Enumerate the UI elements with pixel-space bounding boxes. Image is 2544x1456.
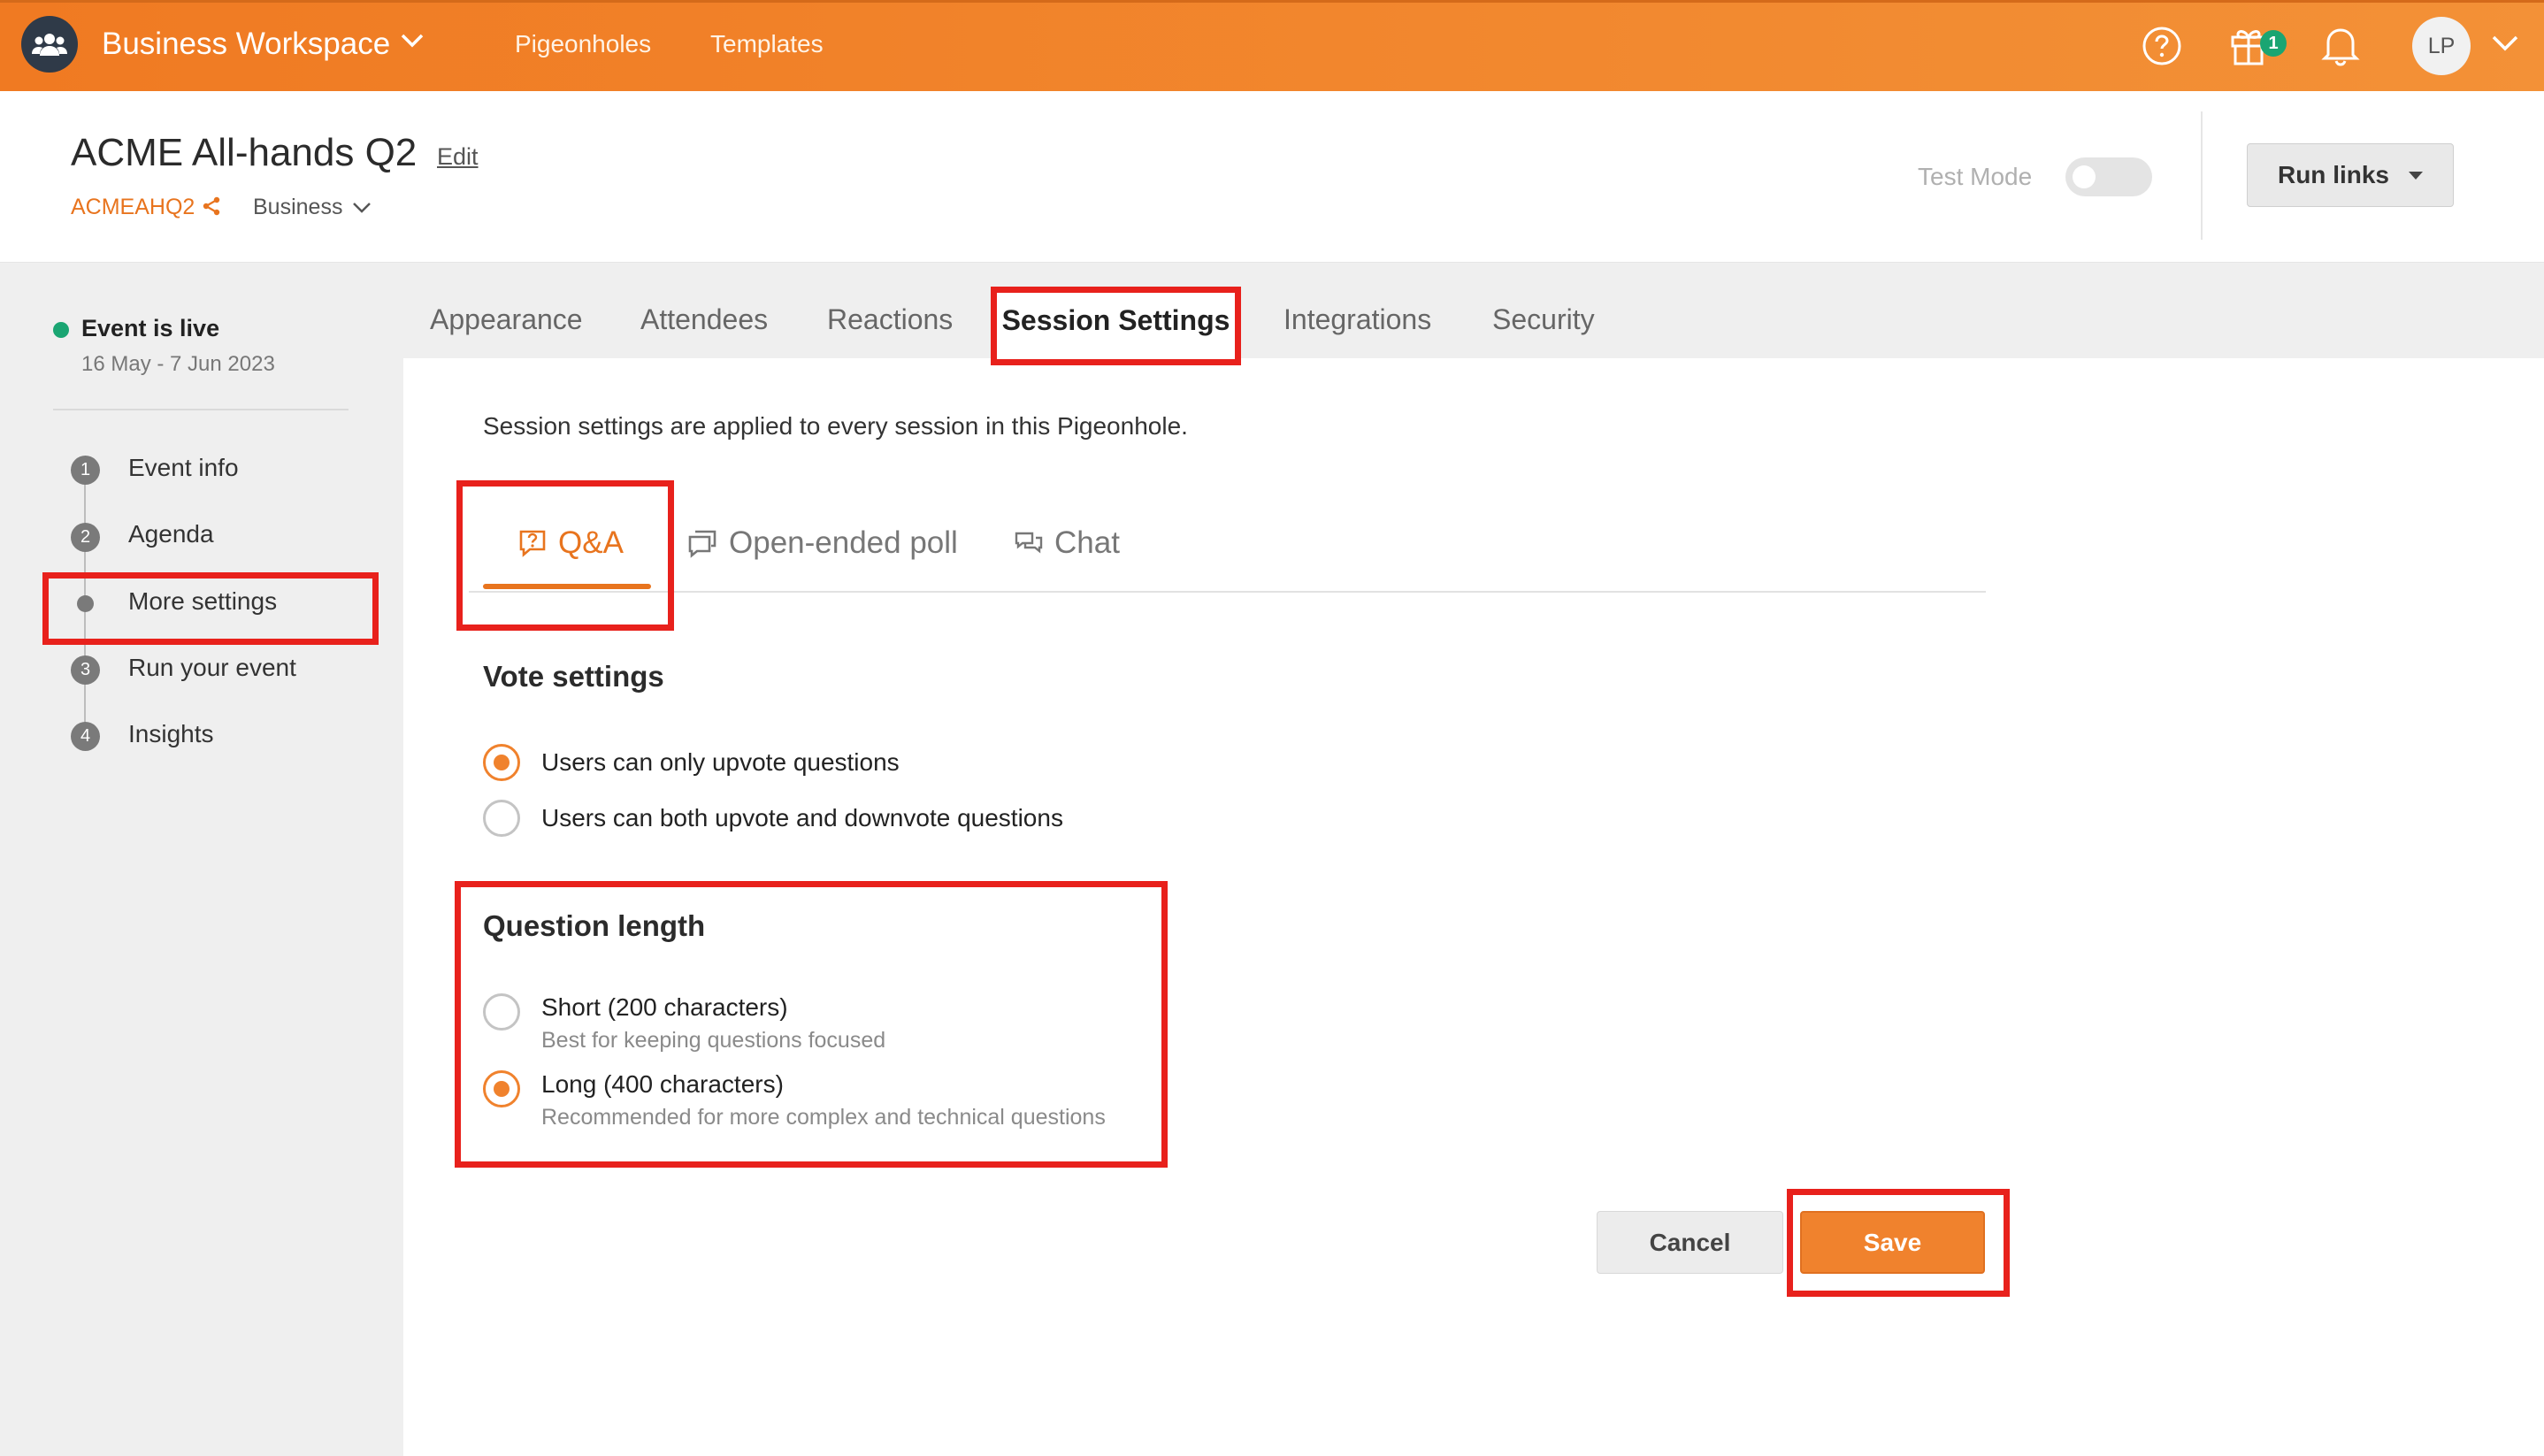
radio-short-length-label[interactable]: Short (200 characters) [541, 993, 788, 1022]
test-mode-label: Test Mode [1918, 163, 2033, 190]
workspace-chevron-down-icon[interactable] [400, 32, 425, 54]
workspace-name[interactable]: Business Workspace [102, 27, 390, 62]
nav-templates[interactable]: Templates [710, 30, 824, 58]
radio-upvote-only-label[interactable]: Users can only upvote questions [541, 748, 900, 777]
sidebar-item-agenda[interactable]: Agenda [128, 520, 214, 548]
caret-down-icon [2409, 171, 2423, 180]
subtab-chat-label: Chat [1054, 525, 1120, 560]
workspace-type-select[interactable]: Business [253, 195, 342, 220]
radio-short-length-hint: Best for keeping questions focused [541, 1028, 886, 1053]
header-divider [2201, 111, 2203, 240]
tab-appearance[interactable]: Appearance [430, 303, 583, 336]
run-links-label: Run links [2277, 161, 2389, 188]
poll-bubbles-icon [688, 530, 716, 558]
gift-count-badge: 1 [2260, 30, 2287, 57]
event-status-label: Event is live [81, 315, 220, 341]
session-settings-panel [403, 358, 2544, 1456]
radio-short-length[interactable] [483, 993, 520, 1031]
edit-event-link[interactable]: Edit [437, 143, 479, 171]
step-number-3: 3 [71, 655, 100, 685]
radio-upvote-only[interactable] [483, 744, 520, 781]
tab-session-settings[interactable]: Session Settings [992, 289, 1239, 358]
chat-bubbles-icon [1015, 532, 1043, 554]
sidebar-item-event-info[interactable]: Event info [128, 454, 239, 482]
event-dates: 16 May - 7 Jun 2023 [81, 352, 275, 376]
tab-security[interactable]: Security [1492, 303, 1595, 336]
sidebar [0, 263, 403, 1456]
test-mode-toggle-knob[interactable] [2073, 165, 2096, 188]
event-header [0, 91, 2544, 263]
bell-icon[interactable] [2319, 23, 2362, 72]
event-title: ACME All-hands Q2 [71, 131, 418, 174]
cancel-button[interactable]: Cancel [1597, 1211, 1783, 1274]
event-code[interactable]: ACMEAHQ2 [71, 195, 195, 220]
live-status-dot [53, 322, 69, 338]
subtab-open-ended-poll[interactable]: Open-ended poll [686, 525, 958, 561]
session-settings-note: Session settings are applied to every se… [483, 412, 1188, 440]
step-number-4: 4 [71, 722, 100, 751]
tab-integrations[interactable]: Integrations [1283, 303, 1431, 336]
subtab-chat[interactable]: Chat [1014, 525, 1120, 561]
share-icon[interactable] [202, 196, 221, 220]
sidebar-item-run-your-event[interactable]: Run your event [128, 654, 296, 682]
subtab-qa-label: Q&A [558, 525, 624, 560]
subtab-poll-label: Open-ended poll [729, 525, 958, 560]
radio-long-length-hint: Recommended for more complex and technic… [541, 1105, 1106, 1130]
active-subtab-indicator [483, 584, 651, 589]
radio-long-length-label[interactable]: Long (400 characters) [541, 1070, 784, 1099]
radio-long-length[interactable] [483, 1070, 520, 1107]
step-number-1: 1 [71, 456, 100, 485]
radio-upvote-downvote-label[interactable]: Users can both upvote and downvote quest… [541, 804, 1063, 832]
question-bubble-icon [519, 530, 546, 557]
radio-upvote-downvote[interactable] [483, 800, 520, 837]
account-chevron-down-icon[interactable] [2491, 34, 2519, 57]
tab-attendees[interactable]: Attendees [640, 303, 768, 336]
sidebar-item-insights[interactable]: Insights [128, 720, 214, 748]
help-icon[interactable] [2141, 25, 2183, 72]
subtab-divider [469, 591, 1986, 593]
workspace-users-icon[interactable] [21, 16, 78, 73]
question-length-heading: Question length [483, 909, 706, 942]
step-substep-dot [77, 595, 94, 612]
step-number-2: 2 [71, 523, 100, 552]
save-button[interactable]: Save [1800, 1211, 1985, 1274]
subtab-qa[interactable]: Q&A [517, 525, 624, 561]
tab-reactions[interactable]: Reactions [827, 303, 953, 336]
sidebar-divider [53, 409, 349, 410]
sidebar-item-more-settings[interactable]: More settings [128, 587, 277, 616]
run-links-button[interactable]: Run links [2247, 143, 2454, 207]
vote-settings-heading: Vote settings [483, 660, 664, 693]
nav-pigeonholes[interactable]: Pigeonholes [515, 30, 651, 58]
avatar[interactable]: LP [2412, 17, 2471, 75]
workspace-type-chevron-down-icon[interactable] [352, 201, 372, 219]
